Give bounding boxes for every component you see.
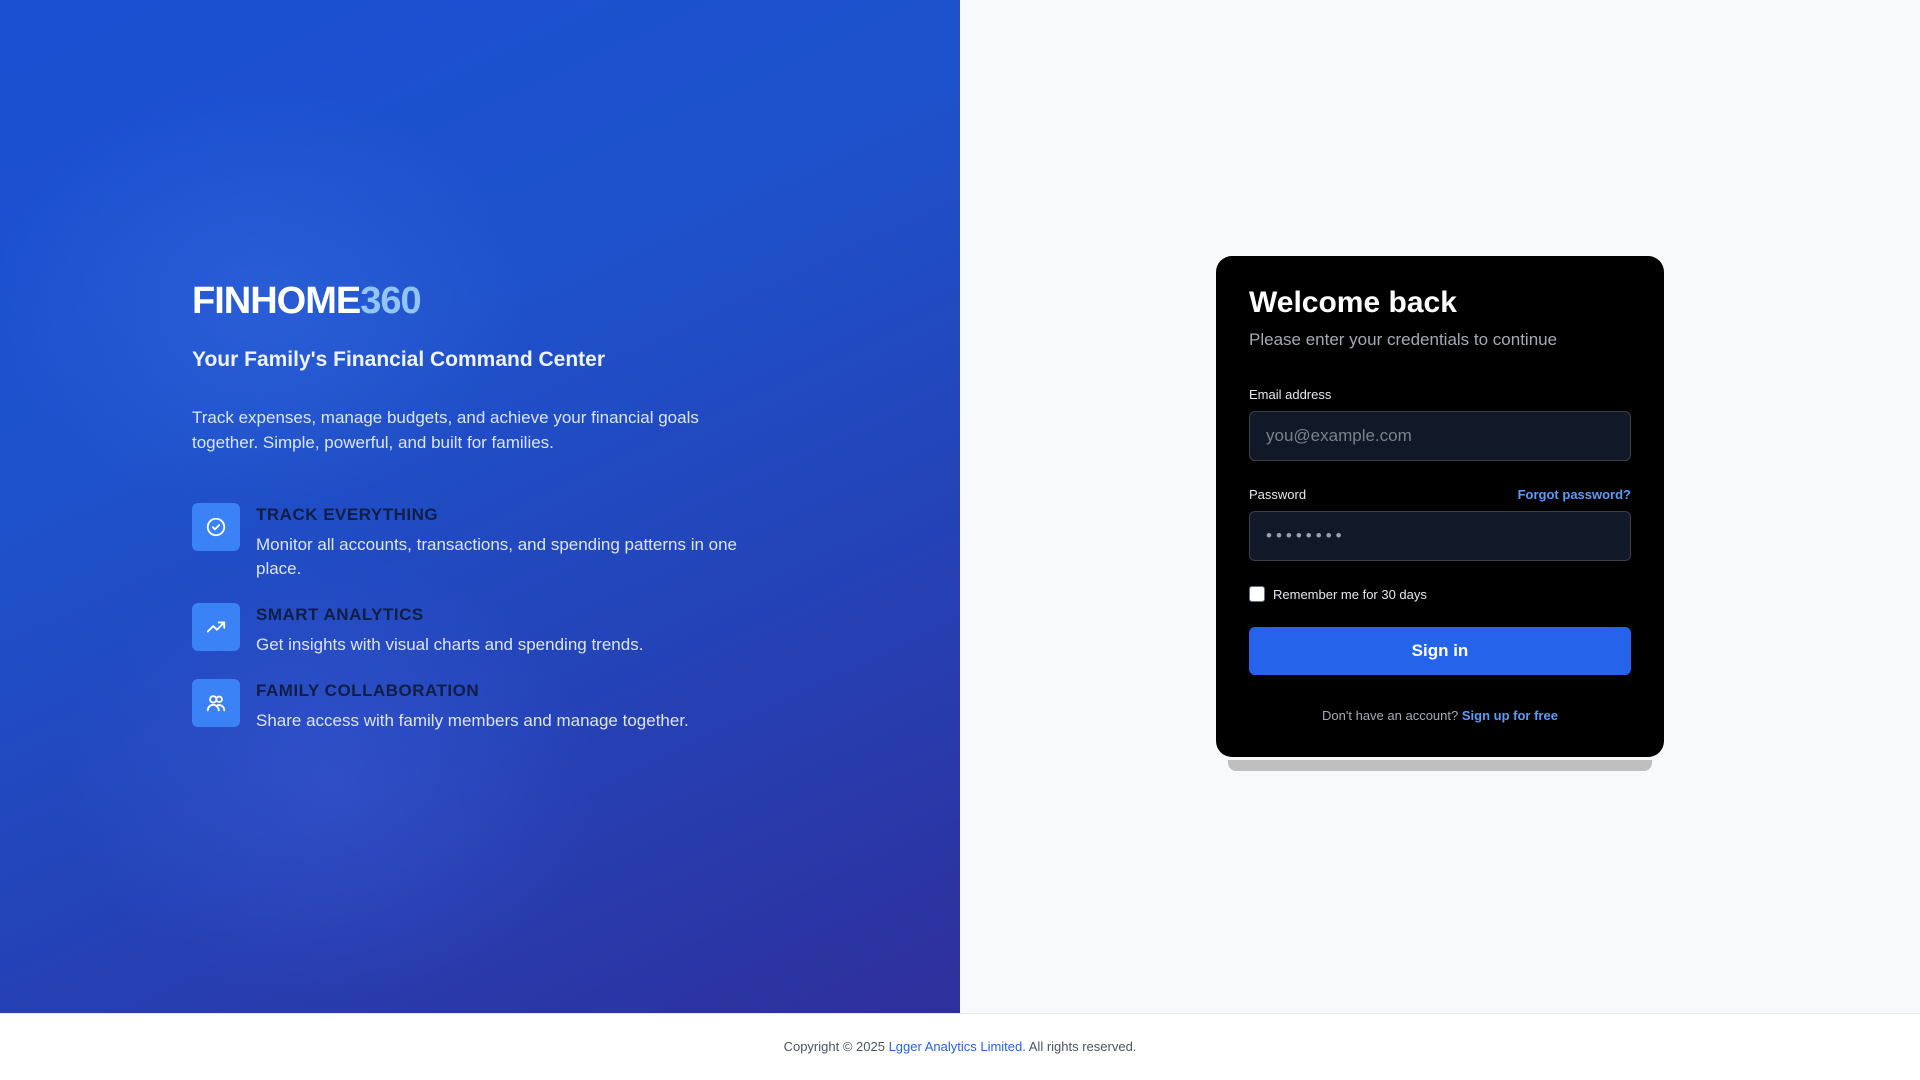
remember-me[interactable]: Remember me for 30 days [1249, 586, 1427, 602]
feature-description: Share access with family members and man… [256, 711, 689, 730]
login-card: Welcome back Please enter your credentia… [1216, 256, 1664, 757]
hero-tagline: Your Family's Financial Command Center [192, 348, 606, 371]
footer: Copyright © 2025 Lgger Analytics Limited… [0, 1013, 1920, 1080]
sign-in-button[interactable]: Sign in [1249, 627, 1631, 675]
email-label: Email address [1249, 387, 1332, 402]
forgot-password-link[interactable]: Forgot password? [1518, 487, 1631, 502]
signup-link[interactable]: Sign up for free [1462, 708, 1558, 723]
footer-company-link[interactable]: Lgger Analytics Limited. [889, 1039, 1026, 1054]
password-label: Password [1249, 487, 1307, 502]
email-field[interactable] [1249, 411, 1631, 461]
footer-rights: All rights reserved. [1028, 1039, 1137, 1054]
feature-title: TRACK EVERYTHING [256, 505, 439, 524]
signup-row: Don't have an account? Sign up for free [1216, 708, 1664, 723]
footer-copyright: Copyright © 2025 [783, 1039, 885, 1054]
remember-checkbox[interactable] [1249, 586, 1265, 602]
hero-panel: FINHOME360 Your Family's Financial Comma… [0, 0, 960, 1013]
trending-up-icon [192, 603, 240, 651]
feature-title: SMART ANALYTICS [256, 605, 424, 624]
feature-description: Monitor all accounts, transactions, and … [256, 535, 738, 578]
feature-title: FAMILY COLLABORATION [256, 681, 480, 700]
password-field[interactable] [1249, 511, 1631, 561]
hero-description: Track expenses, manage budgets, and achi… [192, 408, 699, 452]
card-shadow [1228, 760, 1652, 771]
users-icon [192, 679, 240, 727]
remember-label: Remember me for 30 days [1273, 586, 1427, 602]
feature-description: Get insights with visual charts and spen… [256, 635, 644, 654]
login-subtitle: Please enter your credentials to continu… [1249, 330, 1558, 349]
signup-prompt: Don't have an account? [1322, 708, 1459, 723]
brand-logo: FINHOME360 [192, 280, 422, 323]
login-title: Welcome back [1249, 286, 1457, 319]
brand-accent: 360 [360, 280, 421, 322]
check-circle-icon [192, 503, 240, 551]
brand-name: FINHOME [192, 280, 361, 322]
